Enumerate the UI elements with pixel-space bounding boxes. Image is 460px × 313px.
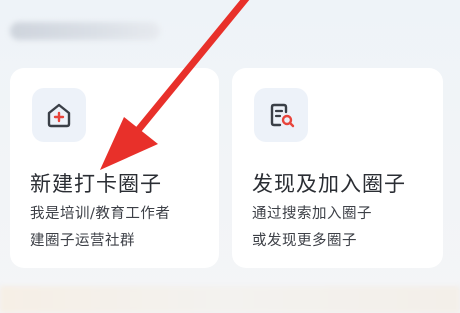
card-desc-line1: 我是培训/教育工作者 (30, 206, 171, 222)
card-title: 发现及加入圈子 (252, 172, 406, 196)
discover-circle-icon-tile (254, 88, 308, 142)
discover-join-circle-card[interactable]: 发现及加入圈子 通过搜索加入圈子 或发现更多圈子 (232, 68, 443, 268)
card-title: 新建打卡圈子 (30, 172, 162, 196)
create-circle-icon-tile (32, 88, 86, 142)
bottom-content-strip (0, 286, 460, 313)
card-desc-line2: 或发现更多圈子 (252, 233, 357, 249)
blurred-header-text (10, 22, 160, 40)
card-desc-line1: 通过搜索加入圈子 (252, 206, 372, 222)
house-plus-icon (47, 103, 71, 128)
create-checkin-circle-card[interactable]: 新建打卡圈子 我是培训/教育工作者 建圈子运营社群 (10, 68, 219, 268)
document-search-icon (270, 103, 295, 128)
card-desc-line2: 建圈子运营社群 (30, 233, 135, 249)
